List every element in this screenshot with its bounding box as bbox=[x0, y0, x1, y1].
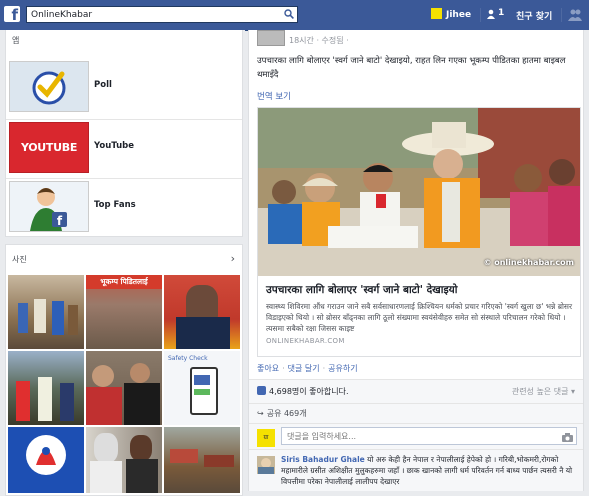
photo-thumbnail[interactable]: भूकम्प पिडितलाई bbox=[86, 275, 162, 349]
apps-card: 앱 Poll YOUTUBE TAB YouTube bbox=[5, 30, 243, 237]
commenter-name[interactable]: Siris Bahadur Ghale bbox=[281, 455, 365, 464]
poll-app-thumbnail bbox=[9, 61, 89, 112]
article-photo bbox=[258, 108, 580, 276]
comment-item: Siris Bahadur Ghale यो अरु केही हैन नेपा… bbox=[249, 449, 583, 491]
comment-text: Siris Bahadur Ghale यो अरु केही हैन नेपा… bbox=[281, 454, 577, 487]
share-button[interactable]: 공유하기 bbox=[328, 364, 357, 373]
likes-row: 4,698명이 좋아합니다. 관련성 높은 댓글 ▾ bbox=[249, 379, 583, 404]
comment-input[interactable] bbox=[281, 427, 577, 445]
article-image[interactable]: © onlinekhabar.com bbox=[258, 108, 580, 276]
top-fans-app-thumbnail: f bbox=[9, 181, 89, 232]
commenter-avatar[interactable] bbox=[257, 456, 275, 474]
post-actions: 좋아요 · 댓글 달기 · 공유하기 bbox=[257, 364, 358, 373]
chevron-right-icon[interactable]: › bbox=[231, 252, 235, 265]
nepal-logo-icon bbox=[26, 435, 66, 475]
photo-caption: भूकम्प पिडितलाई bbox=[86, 275, 162, 289]
divider bbox=[480, 8, 481, 22]
app-label: Top Fans bbox=[94, 200, 136, 210]
comment-button[interactable]: 댓글 달기 bbox=[288, 364, 320, 373]
see-translation-link[interactable]: 번역 보기 bbox=[257, 90, 291, 102]
left-column: 앱 Poll YOUTUBE TAB YouTube bbox=[0, 30, 245, 496]
likes-summary[interactable]: 4,698명이 좋아합니다. bbox=[257, 386, 349, 397]
poll-checkmark-icon bbox=[32, 71, 66, 105]
photo-thumbnail[interactable] bbox=[8, 427, 84, 493]
article-source: ONLINEKHABAR.COM bbox=[266, 337, 345, 345]
facebook-logo-icon[interactable]: f bbox=[4, 6, 20, 22]
camera-icon[interactable] bbox=[562, 433, 573, 442]
share-icon: ↪ bbox=[257, 409, 264, 418]
user-name: Jihee bbox=[446, 10, 472, 20]
shares-link[interactable]: ↪ 공유 469개 bbox=[257, 408, 307, 419]
photo-thumbnail[interactable] bbox=[86, 351, 162, 425]
link-preview[interactable]: © onlinekhabar.com उपचारका लागि बोलाएर '… bbox=[257, 107, 581, 357]
article-description: स्वास्थ्य शिविरमा औंध गराउन जाने सबै सर्… bbox=[266, 302, 573, 333]
photo-thumbnail[interactable] bbox=[86, 427, 162, 493]
youtube-app-thumbnail: YOUTUBE TAB bbox=[9, 122, 89, 173]
profile-link[interactable]: Jihee bbox=[431, 8, 471, 20]
like-thumb-icon bbox=[257, 386, 266, 395]
likes-count: 4,698명이 좋아합니다. bbox=[269, 387, 349, 396]
friend-requests-count: 1 bbox=[498, 8, 505, 18]
friends-icon[interactable] bbox=[486, 9, 496, 19]
youtube-tab-text: YOUTUBE TAB bbox=[20, 141, 78, 154]
app-label: Poll bbox=[94, 80, 112, 90]
avatar bbox=[431, 8, 442, 19]
app-label: YouTube bbox=[94, 141, 135, 151]
image-watermark: © onlinekhabar.com bbox=[483, 258, 574, 267]
svg-text:f: f bbox=[57, 214, 63, 228]
article-title[interactable]: उपचारका लागि बोलाएर 'स्वर्ग जाने बाटो' द… bbox=[266, 283, 578, 297]
shares-count: 공유 469개 bbox=[266, 409, 307, 418]
photo-thumbnail[interactable] bbox=[164, 275, 240, 349]
comment-sort-dropdown[interactable]: 관련성 높은 댓글 ▾ bbox=[512, 386, 575, 397]
divider bbox=[561, 8, 562, 22]
post-text: उपचारका लागि बोलाएर 'स्वर्ग जाने बाटो' द… bbox=[257, 56, 566, 80]
fan-person-icon: f bbox=[30, 188, 67, 231]
search-input[interactable] bbox=[31, 8, 281, 21]
app-item-poll[interactable]: Poll bbox=[6, 58, 242, 116]
top-navigation-bar: f Jihee 1 친구 찾기 bbox=[0, 0, 589, 31]
find-friends-link[interactable]: 친구 찾기 bbox=[516, 9, 552, 22]
feed-post: 18시간 · 수정됨 · उपचारका लागि बोलाएर 'स्वर्ग… bbox=[248, 30, 584, 491]
photo-thumbnail[interactable] bbox=[8, 351, 84, 425]
photo-thumbnail[interactable] bbox=[8, 275, 84, 349]
app-item-youtube[interactable]: YOUTUBE TAB YouTube bbox=[6, 119, 242, 177]
photos-card: 사진 › भूकम्प पिडितलाई Safety Check bbox=[5, 244, 243, 496]
photo-caption: Safety Check bbox=[168, 355, 208, 362]
search-box[interactable] bbox=[26, 6, 298, 23]
shares-row: ↪ 공유 469개 bbox=[249, 403, 583, 424]
app-item-top-fans[interactable]: f Top Fans bbox=[6, 178, 242, 236]
post-timestamp[interactable]: 18시간 · 수정됨 · bbox=[289, 35, 349, 46]
search-icon[interactable] bbox=[284, 9, 294, 19]
avatar: ग्रा bbox=[257, 429, 275, 447]
photo-thumbnail[interactable]: Safety Check bbox=[164, 351, 240, 425]
photo-thumbnail[interactable] bbox=[164, 427, 240, 493]
people-icon[interactable] bbox=[568, 8, 582, 21]
photos-heading: 사진 bbox=[12, 255, 27, 264]
apps-heading: 앱 bbox=[12, 36, 20, 45]
main-feed: 18시간 · 수정됨 · उपचारका लागि बोलाएर 'स्वर्ग… bbox=[248, 30, 589, 491]
like-button[interactable]: 좋아요 bbox=[257, 364, 279, 373]
page-avatar[interactable] bbox=[257, 30, 285, 46]
comment-composer: ग्रा bbox=[249, 423, 583, 450]
